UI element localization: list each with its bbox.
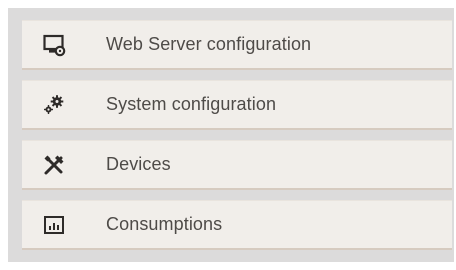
menu-item-label: Devices [106, 154, 171, 174]
settings-menu-panel: Web Server configuration System configur… [8, 8, 454, 262]
gears-icon [42, 93, 66, 117]
web-server-icon [42, 33, 66, 57]
menu-item-devices[interactable]: Devices [22, 140, 452, 190]
menu-item-label: Consumptions [106, 214, 223, 234]
menu-item-label: Web Server configuration [106, 34, 312, 54]
chart-icon [42, 213, 66, 237]
settings-menu: Web Server configuration System configur… [8, 20, 454, 250]
tools-icon [42, 153, 66, 177]
menu-item-system-configuration[interactable]: System configuration [22, 80, 452, 130]
menu-item-label: System configuration [106, 94, 277, 114]
menu-item-web-server-configuration[interactable]: Web Server configuration [22, 20, 452, 70]
menu-item-consumptions[interactable]: Consumptions [22, 200, 452, 250]
